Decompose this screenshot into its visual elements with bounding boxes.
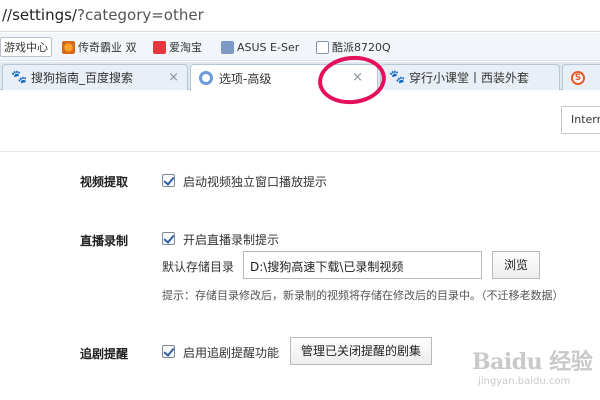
bookmark-label: 酷派8720Q: [332, 41, 391, 54]
bookmark-asus[interactable]: ASUS E-Ser: [221, 38, 299, 56]
paw-icon: 🐾: [389, 69, 406, 85]
tab-sogou-guide[interactable]: 🐾 搜狗指南_百度搜索 ×: [2, 64, 188, 90]
address-bar[interactable]: //settings/?category=other: [0, 0, 600, 32]
browse-button[interactable]: 浏览: [492, 251, 540, 279]
bookmark-aitaobao[interactable]: 爱淘宝: [153, 38, 202, 56]
gear-icon: [199, 71, 213, 85]
tab-label: 搜狗指南_百度搜索: [31, 71, 134, 85]
bookmarks-bar: 游戏中心 传奇霸业 双 爱淘宝 ASUS E-Ser 酷派8720Q: [0, 33, 600, 61]
divider: [0, 151, 600, 152]
bookmark-game-center[interactable]: 游戏中心: [0, 37, 52, 57]
tab-chuanxing[interactable]: 🐾 穿行小课堂丨西装外套: [380, 64, 560, 90]
live-record-option-label[interactable]: 开启直播录制提示: [183, 231, 279, 248]
url-prefix: //settings/: [2, 6, 77, 24]
folder-icon: [221, 40, 234, 54]
storage-dir-label: 默认存储目录: [162, 260, 235, 274]
storage-dir-field[interactable]: D:\搜狗高速下载\已录制视频: [243, 251, 482, 279]
bookmark-label: 传奇霸业 双: [78, 41, 137, 54]
section-title-video: 视频提取: [80, 175, 129, 189]
internet-options-button[interactable]: Intern: [561, 106, 600, 134]
doc-icon: [316, 40, 329, 54]
storage-hint: 提示：存储目录修改后，新录制的视频将存储在修改后的目录中。（不迁移老数据）: [162, 289, 564, 302]
live-record-checkbox[interactable]: [162, 232, 175, 245]
manage-closed-reminders-button[interactable]: 管理已关闭提醒的剧集: [290, 337, 432, 365]
tab-sogou[interactable]: S: [562, 64, 600, 90]
url-query: ?category=other: [76, 6, 204, 24]
follow-reminder-option-label[interactable]: 启用追剧提醒功能: [183, 344, 279, 361]
bookmark-coolpad[interactable]: 酷派8720Q: [316, 38, 391, 56]
taobao-icon: [153, 40, 166, 54]
paw-icon: 🐾: [11, 69, 28, 85]
bookmark-label: ASUS E-Ser: [237, 40, 300, 54]
game-icon: [62, 40, 75, 54]
tab-label: 穿行小课堂丨西装外套: [409, 71, 530, 85]
url-text[interactable]: //settings/?category=other: [2, 6, 204, 24]
section-title-follow: 追剧提醒: [80, 347, 129, 361]
section-title-live: 直播录制: [80, 234, 129, 248]
tab-label: 选项-高级: [219, 71, 272, 86]
bookmark-chuanqi[interactable]: 传奇霸业 双: [62, 38, 137, 56]
baidu-jingyan-watermark: Baidu 经验 jingyan.baidu.com: [462, 340, 593, 396]
close-icon[interactable]: ×: [168, 70, 179, 85]
bookmark-label: 爱淘宝: [169, 41, 202, 54]
video-popup-checkbox[interactable]: [162, 174, 175, 187]
video-popup-option-label[interactable]: 启动视频独立窗口播放提示: [183, 173, 327, 190]
watermark-main: Baidu 经验: [472, 349, 593, 375]
sogou-s-icon: S: [571, 70, 585, 85]
watermark-url: jingyan.baidu.com: [478, 376, 571, 387]
bookmark-label: 游戏中心: [4, 41, 48, 54]
follow-reminder-checkbox[interactable]: [162, 345, 175, 358]
tab-strip: 🐾 搜狗指南_百度搜索 × 选项-高级 × 🐾 穿行小课堂丨西装外套 S: [0, 62, 600, 91]
